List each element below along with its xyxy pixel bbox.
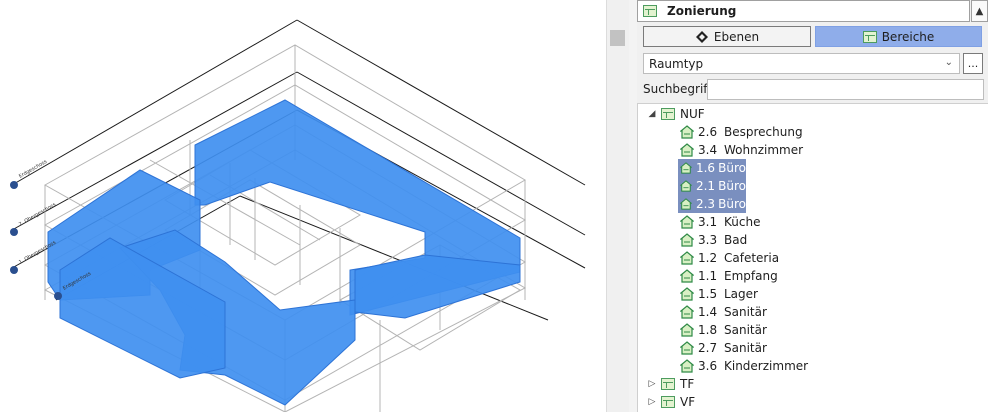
room-name: Büro [718,197,746,211]
tree-group-label: NUF [680,107,705,121]
house-icon [680,305,694,319]
tree-group-vf[interactable]: ▷ VF [647,393,696,411]
bereiche-label: Bereiche [881,29,935,44]
house-icon [680,180,692,192]
collapsed-arrow-icon[interactable]: ▷ [647,397,657,407]
zone-table-icon [661,378,675,390]
tree-item[interactable]: 2.7 Sanitär [680,339,767,357]
zone-table-icon [661,396,675,408]
tree-item[interactable]: 1.1 Empfang [680,267,778,285]
room-number: 1.4 [698,305,718,319]
house-icon [680,125,694,139]
room-number: 1.6 [695,161,716,175]
room-name: Lager [724,287,758,301]
panel-header: Zonierung [637,0,970,22]
room-number: 1.8 [698,323,718,337]
tree-group-label: TF [680,377,695,391]
house-icon [680,198,692,210]
viewport-scrollbar[interactable] [606,0,629,412]
building-model[interactable]: Erdgeschoss 2. Obergeschoss 1. Obergesch… [0,0,606,412]
tree-item[interactable]: 3.3 Bad [680,231,747,249]
room-number: 3.6 [698,359,718,373]
room-number: 1.1 [698,269,718,283]
room-number: 1.5 [698,287,718,301]
panel-title: Zonierung [667,4,737,18]
level-diamond-icon [695,30,708,43]
room-number: 2.3 [695,197,716,211]
3d-model-viewport[interactable]: Erdgeschoss 2. Obergeschoss 1. Obergesch… [0,0,606,412]
house-icon [680,143,694,157]
tree-item[interactable]: 1.2 Cafeteria [680,249,779,267]
svg-text:2. Obergeschoss: 2. Obergeschoss [18,202,57,228]
house-icon [680,287,694,301]
room-name: Besprechung [724,125,803,139]
filter-dropdown[interactable]: Raumtyp ⌄ [643,53,960,74]
selected-zones[interactable] [47,99,521,406]
scrollbar-thumb[interactable] [610,30,625,46]
collapse-panel-button[interactable]: ▲ [971,0,988,22]
tree-item[interactable]: 1.4 Sanitär [680,303,767,321]
house-icon [680,215,694,229]
house-icon [680,162,692,174]
tree-item[interactable]: 2.6 Besprechung [680,123,803,141]
room-number: 1.2 [698,251,718,265]
room-name: Cafeteria [724,251,780,265]
house-icon [680,233,694,247]
zone-table-icon [661,108,675,120]
room-number: 2.7 [698,341,718,355]
tree-item[interactable]: 1.5 Lager [680,285,758,303]
room-name: Küche [724,215,761,229]
room-name: Sanitär [724,323,767,337]
zone-tree: ◢ NUF 2.6 Besprechung 3.4 Wohnzimmer 1.6 Büro 2.… [637,103,988,412]
tree-item[interactable]: 3.6 Kinderzimmer [680,357,808,375]
room-number: 3.1 [698,215,718,229]
room-number: 3.3 [698,233,718,247]
tree-item[interactable]: 2.1 Büro [678,177,746,195]
house-icon [680,269,694,283]
splitter[interactable] [629,0,637,412]
tree-group-label: VF [680,395,696,409]
chevron-up-icon: ▲ [975,5,984,17]
expanded-arrow-icon[interactable]: ◢ [647,109,657,119]
search-input[interactable] [707,79,984,100]
tree-group-nuf[interactable]: ◢ NUF [647,105,705,123]
room-name: Sanitär [724,341,767,355]
collapsed-arrow-icon[interactable]: ▷ [647,379,657,389]
room-name: Büro [718,161,746,175]
house-icon [680,341,694,355]
tree-item[interactable]: 1.6 Büro [678,159,746,177]
room-number: 2.6 [698,125,718,139]
room-name: Kinderzimmer [724,359,809,373]
zone-table-icon [643,5,657,17]
chevron-down-icon: ⌄ [944,57,953,68]
room-number: 3.4 [698,143,718,157]
dropdown-value: Raumtyp [649,56,704,71]
zonierung-panel: Zonierung ▲ Ebenen Bereiche Raumtyp ⌄ ..… [637,0,988,412]
bereiche-button[interactable]: Bereiche [815,26,982,47]
ebenen-button[interactable]: Ebenen [643,26,811,47]
room-number: 2.1 [695,179,716,193]
tree-group-tf[interactable]: ▷ TF [647,375,695,393]
room-name: Empfang [724,269,778,283]
room-name: Sanitär [724,305,767,319]
room-name: Wohnzimmer [724,143,804,157]
tree-item[interactable]: 2.3 Büro [678,195,746,213]
house-icon [680,251,694,265]
more-options-button[interactable]: ... [963,53,983,74]
tree-item[interactable]: 3.1 Küche [680,213,760,231]
room-name: Büro [718,179,746,193]
search-label: Suchbegriff [643,82,712,96]
room-name: Bad [724,233,748,247]
tree-item[interactable]: 1.8 Sanitär [680,321,767,339]
zone-table-icon [862,30,877,43]
tree-item[interactable]: 3.4 Wohnzimmer [680,141,803,159]
svg-text:Erdgeschoss: Erdgeschoss [18,159,48,180]
ebenen-label: Ebenen [713,29,760,44]
house-icon [680,359,694,373]
house-icon [680,323,694,337]
